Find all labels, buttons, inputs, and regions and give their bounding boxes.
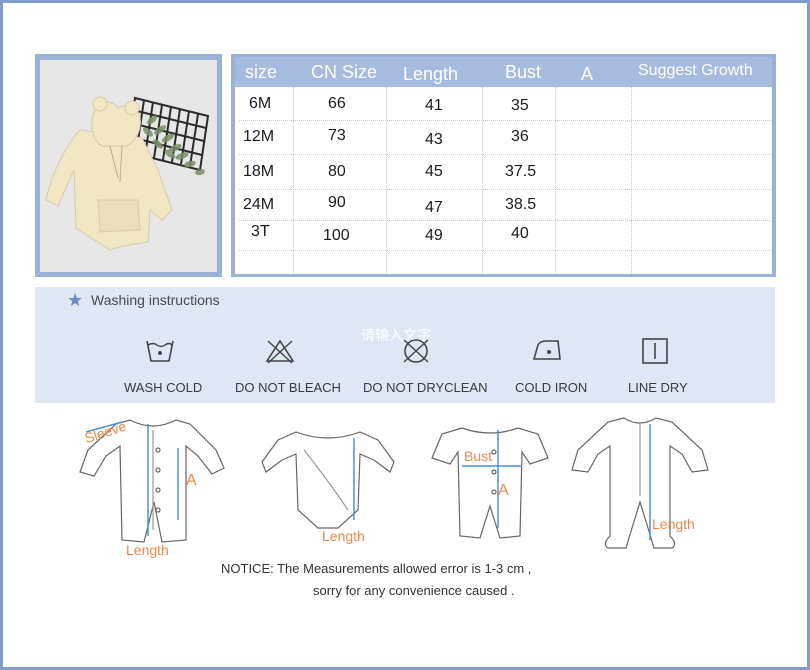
product-photo	[40, 60, 217, 272]
row-divider	[239, 154, 772, 155]
product-photo-frame	[35, 54, 222, 277]
cell-length: 41	[425, 97, 443, 114]
cell-bust: 38.5	[505, 196, 537, 213]
cell-bust: 37.5	[505, 163, 537, 180]
line-dry-label: LINE DRY	[628, 380, 688, 395]
length-label: Length	[652, 516, 695, 532]
row-divider	[239, 120, 772, 121]
no-dryclean-icon	[403, 339, 429, 363]
a-label: A	[498, 482, 509, 499]
line-dry-icon	[642, 338, 668, 364]
wash-cold-label: WASH COLD	[124, 380, 203, 395]
short-romper-diagram	[431, 427, 549, 539]
column-divider	[386, 87, 387, 274]
no-dryclean-label: DO NOT DRYCLEAN	[363, 380, 488, 395]
row-divider	[239, 220, 772, 221]
no-bleach-icon	[265, 339, 295, 364]
col-header-cn-size: CN Size	[311, 62, 378, 82]
row-divider	[239, 189, 772, 190]
measurement-diagrams: Sleeve A Length Length Bust A Length	[78, 410, 738, 560]
no-bleach-label: DO NOT BLEACH	[235, 380, 341, 395]
a-label: A	[186, 472, 197, 489]
cell-length: 45	[425, 163, 443, 180]
cell-size: 18M	[243, 163, 275, 180]
cell-cn-size: 80	[328, 163, 346, 180]
cell-length: 43	[425, 131, 443, 148]
cell-cn-size: 100	[323, 227, 350, 244]
cell-bust: 40	[511, 225, 529, 242]
col-header-a: A	[581, 64, 594, 84]
wash-cold-icon	[146, 340, 174, 362]
cold-iron-label: COLD IRON	[515, 380, 588, 395]
size-table: size CN Size Length Bust A Suggest Growt…	[235, 57, 772, 274]
cell-size: 24M	[243, 196, 275, 213]
length-label: Length	[322, 528, 365, 544]
notice-line-2: sorry for any convenience caused .	[313, 583, 515, 598]
washing-title: Washing instructions	[91, 292, 220, 308]
cell-cn-size: 66	[328, 95, 346, 112]
cell-length: 49	[425, 227, 443, 244]
col-header-bust: Bust	[505, 62, 542, 82]
cell-cn-size: 90	[328, 194, 346, 211]
washing-instructions-panel: ★ Washing instructions 请输入文字 WASH COLD D…	[35, 287, 775, 403]
cell-cn-size: 73	[328, 127, 346, 144]
size-table-frame: size CN Size Length Bust A Suggest Growt…	[231, 54, 776, 277]
row-divider	[239, 250, 772, 251]
cell-length: 47	[425, 199, 443, 216]
bust-label: Bust	[464, 448, 493, 464]
cell-size: 3T	[251, 223, 270, 240]
cold-iron-icon	[532, 340, 561, 360]
cell-bust: 36	[511, 128, 529, 145]
notice-line-1: NOTICE: The Measurements allowed error i…	[221, 561, 532, 576]
cell-size: 12M	[243, 128, 275, 145]
column-divider	[631, 87, 632, 274]
col-header-size: size	[245, 62, 278, 82]
cell-size: 6M	[249, 95, 272, 112]
size-table-header: size CN Size Length Bust A Suggest Growt…	[235, 57, 772, 87]
col-header-length: Length	[403, 64, 459, 84]
column-divider	[555, 87, 556, 274]
column-divider	[482, 87, 483, 274]
bodysuit-diagram	[261, 431, 395, 529]
col-header-suggest-growth: Suggest Growth	[638, 62, 753, 79]
cell-bust: 35	[511, 97, 529, 114]
length-label: Length	[126, 542, 169, 558]
star-icon: ★	[67, 290, 84, 311]
column-divider	[293, 87, 294, 274]
